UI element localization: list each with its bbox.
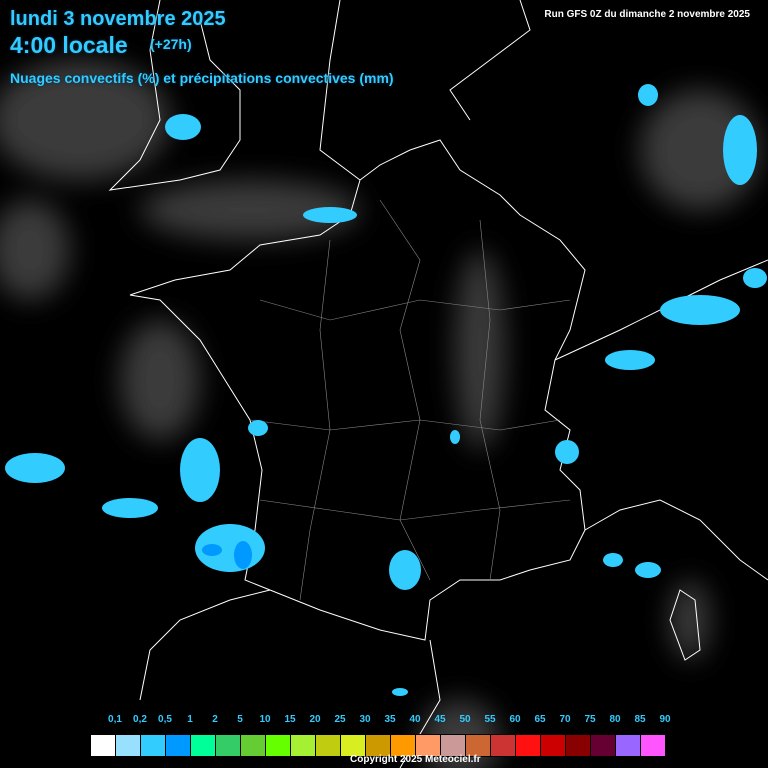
legend-swatch <box>416 735 441 756</box>
legend-swatch <box>291 735 316 756</box>
legend-label: 90 <box>659 714 671 725</box>
legend-label: 70 <box>559 714 571 725</box>
legend-swatch <box>441 735 466 756</box>
legend-label: 20 <box>309 714 321 725</box>
forecast-time: 4:00 locale <box>10 32 128 58</box>
legend-label: 50 <box>459 714 471 725</box>
map-canvas <box>0 0 768 768</box>
legend-swatch <box>491 735 516 756</box>
legend-label: 0,5 <box>158 714 172 725</box>
forecast-offset: (+27h) <box>150 36 192 52</box>
legend-swatch <box>391 735 416 756</box>
legend-swatch <box>616 735 641 756</box>
legend-label: 25 <box>334 714 346 725</box>
legend-swatch <box>216 735 241 756</box>
legend-label: 60 <box>509 714 521 725</box>
legend-swatch <box>466 735 491 756</box>
legend-swatch <box>341 735 366 756</box>
forecast-date: lundi 3 novembre 2025 <box>10 8 226 30</box>
legend-label: 1 <box>187 714 193 725</box>
legend-label: 10 <box>259 714 271 725</box>
legend-swatch <box>591 735 616 756</box>
legend-swatch <box>241 735 266 756</box>
legend-swatch <box>316 735 341 756</box>
legend-swatch <box>566 735 591 756</box>
legend-swatch <box>166 735 191 756</box>
legend-label: 0,1 <box>108 714 122 725</box>
region-borders <box>249 199 571 601</box>
legend-swatch <box>266 735 291 756</box>
legend-label: 45 <box>434 714 446 725</box>
legend-label: 35 <box>384 714 396 725</box>
legend-swatch <box>366 735 391 756</box>
product-title: Nuages convectifs (%) et précipitations … <box>10 70 394 86</box>
legend-label: 5 <box>237 714 243 725</box>
legend-swatch <box>191 735 216 756</box>
legend-label: 55 <box>484 714 496 725</box>
legend-swatch <box>541 735 566 756</box>
model-run-label: Run GFS 0Z du dimanche 2 novembre 2025 <box>536 6 758 23</box>
legend-label: 85 <box>634 714 646 725</box>
copyright: Copyright 2025 Meteociel.fr <box>350 754 481 765</box>
legend-swatch <box>141 735 166 756</box>
legend-swatch <box>641 735 666 756</box>
legend-label: 40 <box>409 714 421 725</box>
legend-label: 75 <box>584 714 596 725</box>
legend-label: 0,2 <box>133 714 147 725</box>
legend-label: 80 <box>609 714 621 725</box>
legend-swatch <box>116 735 141 756</box>
legend-swatch <box>91 735 116 756</box>
legend-label: 15 <box>284 714 296 725</box>
cloud-cover-layer <box>0 60 760 768</box>
legend-label: 2 <box>212 714 218 725</box>
legend-label: 30 <box>359 714 371 725</box>
legend-swatch <box>516 735 541 756</box>
weather-map-view: lundi 3 novembre 2025 4:00 locale (+27h)… <box>0 0 768 768</box>
legend-label: 65 <box>534 714 546 725</box>
